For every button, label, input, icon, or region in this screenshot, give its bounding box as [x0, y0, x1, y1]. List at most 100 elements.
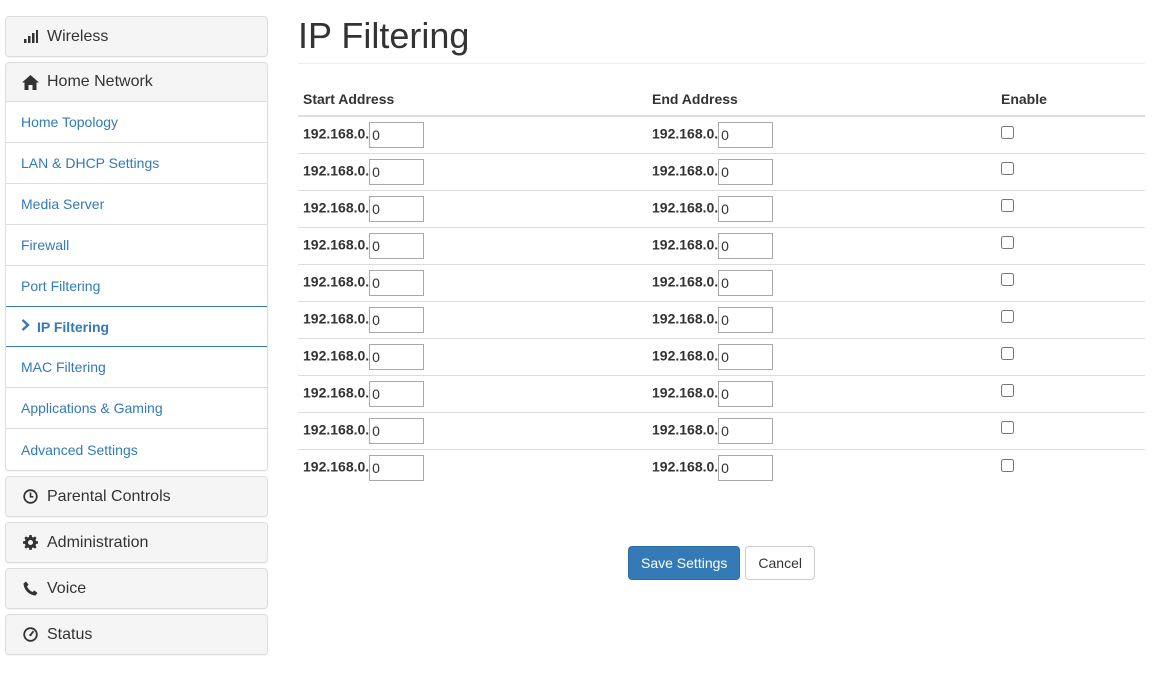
sidebar-panel-home-network: Home Network Home Topology LAN & DHCP Se… — [5, 62, 268, 471]
enable-checkbox[interactable] — [1001, 458, 1014, 472]
start-address-cell: 192.168.0. — [298, 116, 647, 154]
enable-cell — [996, 301, 1145, 339]
sidebar-item-firewall[interactable]: Firewall — [6, 225, 267, 266]
start-address-prefix: 192.168.0. — [303, 384, 370, 401]
start-address-octet-input[interactable] — [369, 232, 425, 259]
end-address-octet-input[interactable] — [718, 232, 774, 259]
end-address-cell: 192.168.0. — [647, 227, 996, 265]
sidebar-item-wireless[interactable]: Wireless — [6, 17, 267, 56]
sidebar-item-lan-dhcp-settings[interactable]: LAN & DHCP Settings — [6, 143, 267, 184]
sidebar-item-home-network[interactable]: Home Network — [6, 63, 267, 102]
enable-checkbox[interactable] — [1001, 236, 1014, 250]
sidebar-item-voice[interactable]: Voice — [6, 569, 267, 608]
end-address-octet-input[interactable] — [718, 343, 774, 370]
end-address-octet-input[interactable] — [718, 380, 774, 407]
enable-cell — [996, 116, 1145, 154]
table-row: 192.168.0. 192.168.0. — [298, 190, 1145, 228]
sidebar-item-status[interactable]: Status — [6, 615, 267, 654]
end-address-cell: 192.168.0. — [647, 412, 996, 450]
end-address-octet-input[interactable] — [718, 195, 774, 222]
start-address-prefix: 192.168.0. — [303, 273, 370, 290]
dashboard-icon — [21, 626, 39, 644]
end-address-prefix: 192.168.0. — [652, 162, 719, 179]
enable-checkbox[interactable] — [1001, 310, 1014, 324]
sidebar-panel-parental-controls: Parental Controls — [5, 476, 268, 517]
end-address-prefix: 192.168.0. — [652, 125, 719, 142]
enable-checkbox[interactable] — [1001, 125, 1014, 139]
end-address-octet-input[interactable] — [718, 158, 774, 185]
sidebar-item-administration[interactable]: Administration — [6, 523, 267, 562]
sidebar-item-label: IP Filtering — [37, 318, 110, 335]
column-header-enable: Enable — [996, 88, 1145, 117]
start-address-octet-input[interactable] — [369, 158, 425, 185]
enable-checkbox[interactable] — [1001, 347, 1014, 361]
table-row: 192.168.0. 192.168.0. — [298, 227, 1145, 265]
sidebar-item-ip-filtering[interactable]: IP Filtering — [6, 306, 267, 347]
end-address-prefix: 192.168.0. — [652, 421, 719, 438]
table-header-row: Start Address End Address Enable — [298, 88, 1145, 117]
table-row: 192.168.0. 192.168.0. — [298, 153, 1145, 191]
gear-icon — [21, 534, 39, 552]
sidebar-item-label: Port Filtering — [21, 278, 101, 294]
start-address-octet-input[interactable] — [369, 417, 425, 444]
start-address-octet-input[interactable] — [369, 454, 425, 481]
table-row: 192.168.0. 192.168.0. — [298, 375, 1145, 413]
sidebar-nav: Wireless Home Network Home Topology LAN … — [5, 16, 268, 660]
phone-icon — [21, 580, 39, 598]
table-row: 192.168.0. 192.168.0. — [298, 264, 1145, 302]
sidebar-item-label: Media Server — [21, 196, 105, 212]
sidebar-item-mac-filtering[interactable]: MAC Filtering — [6, 347, 267, 388]
save-settings-button[interactable]: Save Settings — [628, 546, 741, 580]
end-address-octet-input[interactable] — [718, 121, 774, 148]
start-address-octet-input[interactable] — [369, 306, 425, 333]
end-address-prefix: 192.168.0. — [652, 347, 719, 364]
start-address-prefix: 192.168.0. — [303, 162, 370, 179]
end-address-cell: 192.168.0. — [647, 375, 996, 413]
sidebar-item-applications-gaming[interactable]: Applications & Gaming — [6, 388, 267, 429]
form-actions: Save Settings Cancel — [628, 546, 815, 580]
sidebar-item-label: Advanced Settings — [21, 441, 138, 458]
start-address-prefix: 192.168.0. — [303, 125, 370, 142]
sidebar-item-label: Home Network — [47, 73, 153, 90]
table-row: 192.168.0. 192.168.0. — [298, 449, 1145, 486]
start-address-cell: 192.168.0. — [298, 227, 647, 265]
enable-checkbox[interactable] — [1001, 273, 1014, 287]
start-address-octet-input[interactable] — [369, 195, 425, 222]
end-address-prefix: 192.168.0. — [652, 310, 719, 327]
enable-cell — [996, 227, 1145, 265]
table-row: 192.168.0. 192.168.0. — [298, 338, 1145, 376]
start-address-prefix: 192.168.0. — [303, 458, 370, 475]
sidebar-item-media-server[interactable]: Media Server — [6, 184, 267, 225]
enable-checkbox[interactable] — [1001, 199, 1014, 213]
sidebar-item-label: Home Topology — [21, 114, 119, 130]
end-address-octet-input[interactable] — [718, 306, 774, 333]
start-address-octet-input[interactable] — [369, 269, 425, 296]
enable-checkbox[interactable] — [1001, 384, 1014, 398]
sidebar-item-parental-controls[interactable]: Parental Controls — [6, 477, 267, 516]
sidebar-item-label: Applications & Gaming — [21, 400, 163, 416]
end-address-cell: 192.168.0. — [647, 264, 996, 302]
sidebar-item-label: Wireless — [47, 27, 109, 45]
start-address-prefix: 192.168.0. — [303, 347, 370, 364]
enable-cell — [996, 375, 1145, 413]
start-address-cell: 192.168.0. — [298, 264, 647, 302]
start-address-octet-input[interactable] — [369, 380, 425, 407]
start-address-octet-input[interactable] — [369, 121, 425, 148]
enable-cell — [996, 412, 1145, 450]
end-address-octet-input[interactable] — [718, 269, 774, 296]
signal-bars-icon — [21, 28, 39, 46]
sidebar-item-label: Administration — [47, 533, 149, 551]
enable-cell — [996, 153, 1145, 191]
enable-checkbox[interactable] — [1001, 421, 1014, 435]
start-address-prefix: 192.168.0. — [303, 421, 370, 438]
enable-cell — [996, 190, 1145, 228]
end-address-octet-input[interactable] — [718, 417, 774, 444]
enable-checkbox[interactable] — [1001, 162, 1014, 176]
end-address-octet-input[interactable] — [718, 454, 774, 481]
start-address-octet-input[interactable] — [369, 343, 425, 370]
cancel-button[interactable]: Cancel — [745, 546, 815, 580]
sidebar-item-port-filtering[interactable]: Port Filtering — [6, 266, 267, 307]
sidebar-item-home-topology[interactable]: Home Topology — [6, 102, 267, 143]
start-address-prefix: 192.168.0. — [303, 310, 370, 327]
sidebar-item-advanced-settings[interactable]: Advanced Settings — [6, 429, 267, 470]
